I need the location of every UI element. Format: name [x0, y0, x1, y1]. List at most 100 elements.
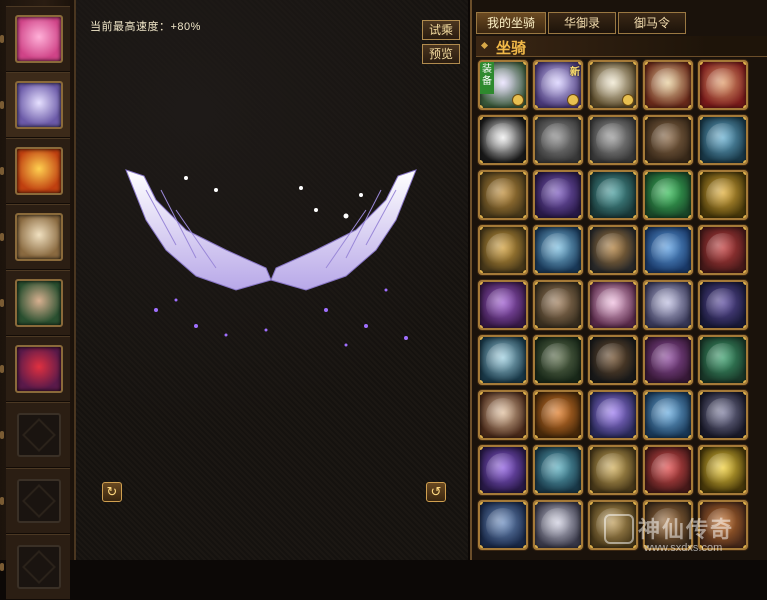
mount-slot[interactable]: [478, 500, 528, 550]
frame-corner: [700, 392, 703, 395]
frame-corner: [743, 117, 746, 120]
sidebar-slot-scroll[interactable]: [0, 204, 70, 270]
mount-slot[interactable]: [588, 390, 638, 440]
watermark-title: 神仙传奇: [638, 517, 735, 543]
frame-corner: [535, 270, 538, 273]
frame-corner: [633, 435, 636, 438]
mount-slot[interactable]: [533, 115, 583, 165]
frame-corner: [633, 172, 636, 175]
mount-portrait-icon: [541, 453, 575, 487]
frame-corner: [535, 117, 538, 120]
mount-slot[interactable]: [478, 170, 528, 220]
frame-corner: [688, 435, 691, 438]
mount-portrait-icon: [651, 288, 685, 322]
tab-my-mounts[interactable]: 我的坐骑: [476, 12, 546, 34]
mount-slot[interactable]: [588, 445, 638, 495]
frame-corner: [480, 215, 483, 218]
mount-slot[interactable]: [588, 280, 638, 330]
tab-yu-ma-ling[interactable]: 御马令: [618, 12, 686, 34]
frame-corner: [590, 270, 593, 273]
frame-corner: [523, 62, 526, 65]
mount-slot[interactable]: [478, 280, 528, 330]
hero-portrait-icon: [15, 279, 63, 327]
mount-slot[interactable]: [643, 390, 693, 440]
mount-slot[interactable]: [478, 390, 528, 440]
frame-corner: [535, 337, 538, 340]
mount-slot[interactable]: 新: [533, 60, 583, 110]
frame-corner: [700, 215, 703, 218]
frame-corner: [480, 105, 483, 108]
frame-corner: [523, 227, 526, 230]
mount-slot[interactable]: [588, 225, 638, 275]
mount-slot[interactable]: [533, 335, 583, 385]
frame-corner: [480, 325, 483, 328]
frame-corner: [578, 172, 581, 175]
mount-portrait-icon: [596, 123, 630, 157]
mount-portrait-icon: [706, 343, 740, 377]
mount-slot[interactable]: [533, 225, 583, 275]
tab-hua-yu-lu[interactable]: 华御录: [548, 12, 616, 34]
mount-slot[interactable]: [478, 335, 528, 385]
frame-corner: [645, 380, 648, 383]
mount-slot[interactable]: [643, 335, 693, 385]
mount-slot[interactable]: [698, 335, 748, 385]
mount-slot[interactable]: [643, 170, 693, 220]
frame-corner: [688, 392, 691, 395]
frame-corner: [743, 282, 746, 285]
mount-slot[interactable]: [588, 60, 638, 110]
mount-slot[interactable]: [698, 115, 748, 165]
frame-corner: [578, 105, 581, 108]
mount-slot[interactable]: [643, 60, 693, 110]
mount-slot[interactable]: [698, 225, 748, 275]
mount-slot[interactable]: [643, 225, 693, 275]
try-ride-button[interactable]: 试乘: [422, 20, 460, 40]
sidebar-slot-empty[interactable]: [0, 468, 70, 534]
mount-slot[interactable]: [533, 500, 583, 550]
frame-corner: [700, 282, 703, 285]
frame-corner: [633, 117, 636, 120]
sidebar-slot-empty[interactable]: [0, 534, 70, 600]
mount-slot[interactable]: [588, 170, 638, 220]
mount-slot[interactable]: [698, 280, 748, 330]
mount-slot[interactable]: [478, 115, 528, 165]
frame-corner: [700, 172, 703, 175]
mount-slot[interactable]: [533, 170, 583, 220]
mount-portrait-icon: [651, 178, 685, 212]
mount-slot[interactable]: [478, 225, 528, 275]
mount-slot[interactable]: [533, 280, 583, 330]
mount-slot[interactable]: 装备: [478, 60, 528, 110]
frame-corner: [590, 325, 593, 328]
mount-slot[interactable]: [478, 445, 528, 495]
sidebar-slot-hero-portrait[interactable]: [0, 270, 70, 336]
frame-corner: [743, 337, 746, 340]
mount-slot[interactable]: [643, 115, 693, 165]
slot-nub: [0, 101, 4, 109]
preview-button[interactable]: 预览: [422, 44, 460, 64]
mount-slot[interactable]: [698, 445, 748, 495]
mount-slot[interactable]: [643, 445, 693, 495]
frame-corner: [688, 490, 691, 493]
sidebar-slot-red-crystal[interactable]: [0, 336, 70, 402]
frame-corner: [480, 337, 483, 340]
mount-slot[interactable]: [698, 60, 748, 110]
mount-slot[interactable]: [698, 170, 748, 220]
mount-slot[interactable]: [698, 390, 748, 440]
sidebar-slot-empty[interactable]: [0, 402, 70, 468]
mount-slot[interactable]: [533, 445, 583, 495]
mount-slot[interactable]: [533, 390, 583, 440]
frame-corner: [633, 215, 636, 218]
rotate-right-button[interactable]: ↺: [426, 482, 446, 502]
mount-portrait-icon: [596, 343, 630, 377]
mount-slot[interactable]: [643, 280, 693, 330]
frame-corner: [633, 282, 636, 285]
sidebar-slot-sun-orb[interactable]: [0, 138, 70, 204]
equipped-badge: 装备: [480, 62, 494, 94]
sidebar-slot-wing[interactable]: [0, 72, 70, 138]
mount-slot[interactable]: [588, 335, 638, 385]
rotate-left-button[interactable]: ↻: [102, 482, 122, 502]
scroll-icon: [15, 213, 63, 261]
mount-slot[interactable]: [588, 115, 638, 165]
sidebar-slot-armor[interactable]: [0, 6, 70, 72]
frame-corner: [590, 105, 593, 108]
frame-corner: [743, 380, 746, 383]
